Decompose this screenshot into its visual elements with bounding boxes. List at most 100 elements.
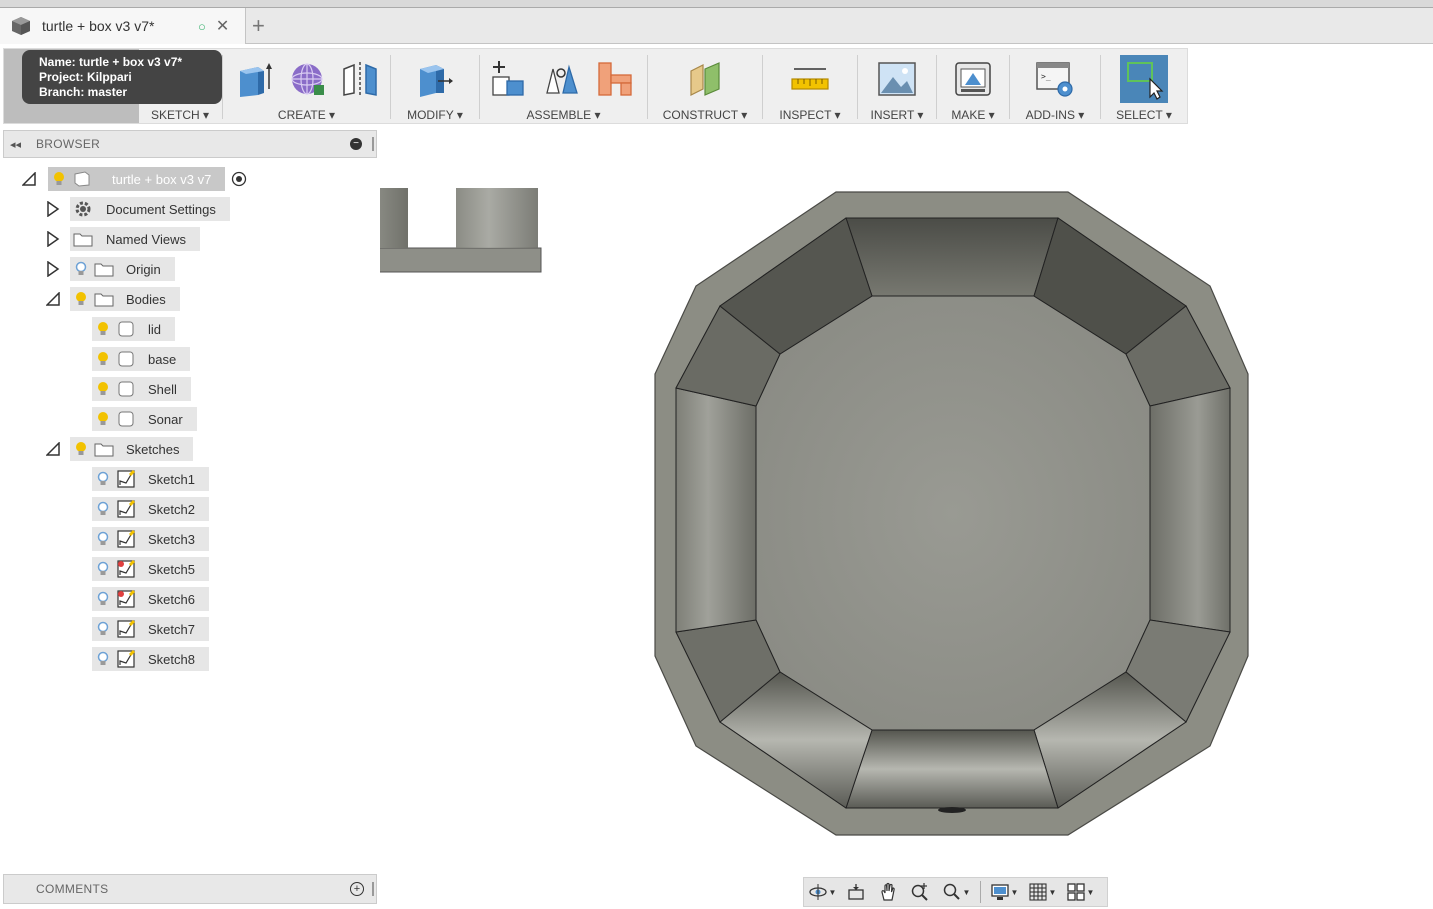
sketches-folder-label: Sketches (126, 441, 180, 457)
body-node[interactable]: base (92, 347, 191, 371)
lightbulb-off-icon[interactable] (92, 621, 114, 637)
body-node[interactable]: Sonar (92, 407, 197, 431)
lightbulb-off-icon[interactable] (92, 651, 114, 667)
expanded-triangle-icon[interactable] (22, 172, 36, 186)
expanded-triangle-icon[interactable] (46, 442, 60, 456)
tree-row-sketch[interactable]: Sketch3 (92, 527, 209, 551)
origin-node[interactable]: Origin (70, 257, 175, 281)
collapsed-triangle-icon[interactable] (46, 231, 60, 247)
toolbar-group-add-ins[interactable]: >_ ADD-INS ▾ (1011, 49, 1099, 123)
3d-print-icon[interactable] (951, 57, 995, 101)
toolbar-label-insert: INSERT ▾ (870, 108, 924, 122)
orbit-icon[interactable]: ▼ (804, 878, 840, 906)
sketch-node[interactable]: Sketch6 (92, 587, 209, 611)
lightbulb-off-icon[interactable] (92, 471, 114, 487)
toolbar-group-make[interactable]: MAKE ▾ (938, 49, 1008, 123)
close-tab-icon[interactable]: ✕ (216, 16, 229, 36)
bodies-folder-node[interactable]: Bodies (70, 287, 180, 311)
collapsed-triangle-icon[interactable] (46, 201, 60, 217)
tree-row-body[interactable]: Sonar (92, 407, 197, 431)
tree-row-origin[interactable]: Origin (46, 257, 175, 281)
tree-row-root[interactable]: turtle + box v3 v7 (22, 167, 247, 191)
press-pull-icon[interactable] (412, 57, 456, 101)
root-component-node[interactable]: turtle + box v3 v7 (48, 167, 226, 191)
sketch-node[interactable]: Sketch3 (92, 527, 209, 551)
model-body-top-view[interactable] (654, 191, 1249, 836)
named-views-node[interactable]: Named Views (70, 227, 200, 251)
tree-row-sketch[interactable]: Sketch8 (92, 647, 209, 671)
measure-icon[interactable] (788, 57, 832, 101)
grid-settings-icon[interactable]: ▼ (1023, 878, 1061, 906)
collapsed-triangle-icon[interactable] (46, 261, 60, 277)
pan-hand-icon[interactable] (872, 878, 904, 906)
body-node[interactable]: lid (92, 317, 176, 341)
sketch-node[interactable]: Sketch8 (92, 647, 209, 671)
document-settings-node[interactable]: Document Settings (70, 197, 230, 221)
toolbar-group-create[interactable]: CREATE ▾ (224, 49, 389, 123)
lightbulb-on-icon[interactable] (92, 321, 114, 337)
joint-icon[interactable] (539, 57, 583, 101)
toolbar-group-modify[interactable]: MODIFY ▾ (392, 49, 478, 123)
tooltip-project: Project: Kilppari (39, 70, 132, 84)
as-built-joint-icon[interactable] (593, 57, 637, 101)
look-at-icon[interactable] (840, 878, 872, 906)
sketch-node[interactable]: Sketch2 (92, 497, 209, 521)
scripts-addins-icon[interactable]: >_ (1033, 57, 1077, 101)
lightbulb-on-icon[interactable] (92, 351, 114, 367)
new-component-icon[interactable] (485, 57, 529, 101)
minimize-browser-icon[interactable]: − (350, 138, 362, 150)
document-tab[interactable]: turtle + box v3 v7* ○ ✕ (0, 8, 246, 44)
fit-zoom-icon[interactable]: ▼ (936, 878, 976, 906)
body-node[interactable]: Shell (92, 377, 191, 401)
lightbulb-off-icon[interactable] (92, 501, 114, 517)
extrude-icon[interactable] (232, 57, 276, 101)
part-side-view[interactable] (380, 188, 542, 273)
sketch-node[interactable]: Sketch1 (92, 467, 209, 491)
tree-row-sketch[interactable]: Sketch6 (92, 587, 209, 611)
tree-row-sketch[interactable]: Sketch7 (92, 617, 209, 641)
lightbulb-on-icon[interactable] (92, 381, 114, 397)
panel-grip-icon[interactable] (372, 882, 374, 896)
toolbar-group-insert[interactable]: INSERT ▾ (859, 49, 935, 123)
add-comment-icon[interactable]: + (350, 882, 364, 896)
tree-row-sketch[interactable]: Sketch5 (92, 557, 209, 581)
tree-row-bodies[interactable]: Bodies (46, 287, 180, 311)
sketches-folder-node[interactable]: Sketches (70, 437, 194, 461)
lightbulb-off-icon[interactable] (92, 531, 114, 547)
collapse-browser-icon[interactable]: ◂◂ (10, 138, 32, 151)
tree-row-body[interactable]: Shell (92, 377, 191, 401)
offset-plane-icon[interactable] (683, 57, 727, 101)
tree-row-named-views[interactable]: Named Views (46, 227, 200, 251)
tree-row-sketch[interactable]: Sketch2 (92, 497, 209, 521)
tree-row-body[interactable]: lid (92, 317, 176, 341)
panel-grip-icon[interactable] (372, 137, 374, 151)
toolbar-group-select[interactable]: SELECT ▾ (1102, 49, 1186, 123)
new-tab-button[interactable]: + (252, 13, 265, 39)
expanded-triangle-icon[interactable] (46, 292, 60, 306)
select-arrow-icon[interactable] (1120, 55, 1168, 103)
tree-row-sketch[interactable]: Sketch1 (92, 467, 209, 491)
lightbulb-on-icon[interactable] (70, 441, 92, 457)
display-settings-icon[interactable]: ▼ (985, 878, 1023, 906)
lightbulb-off-icon[interactable] (70, 261, 92, 277)
toolbar-group-inspect[interactable]: INSPECT ▾ (764, 49, 856, 123)
activate-radio-icon[interactable] (231, 171, 247, 187)
canvas-viewport[interactable] (380, 126, 1433, 906)
zoom-icon[interactable] (904, 878, 936, 906)
insert-image-icon[interactable] (875, 57, 919, 101)
tree-row-sketches[interactable]: Sketches (46, 437, 194, 461)
lightbulb-on-icon[interactable] (92, 411, 114, 427)
toolbar-group-construct[interactable]: CONSTRUCT ▾ (649, 49, 761, 123)
viewports-icon[interactable]: ▼ (1061, 878, 1099, 906)
form-icon[interactable] (286, 57, 330, 101)
lightbulb-off-icon[interactable] (92, 561, 114, 577)
toolbar-group-assemble[interactable]: ASSEMBLE ▾ (481, 49, 646, 123)
tree-row-document-settings[interactable]: Document Settings (46, 197, 230, 221)
lightbulb-on-icon[interactable] (70, 291, 92, 307)
lightbulb-on-icon[interactable] (48, 171, 70, 187)
mirror-icon[interactable] (338, 57, 382, 101)
lightbulb-off-icon[interactable] (92, 591, 114, 607)
sketch-node[interactable]: Sketch5 (92, 557, 209, 581)
tree-row-body[interactable]: base (92, 347, 191, 371)
sketch-node[interactable]: Sketch7 (92, 617, 209, 641)
